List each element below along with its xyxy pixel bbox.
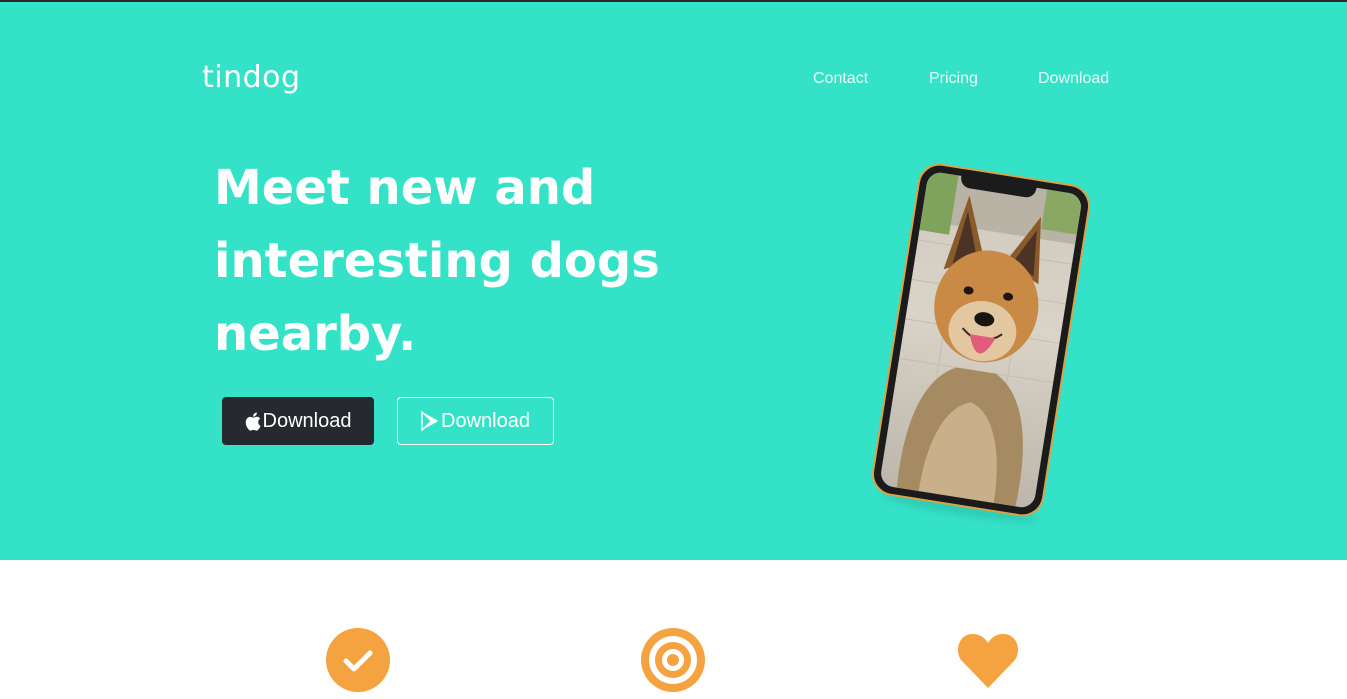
google-play-icon [421, 411, 439, 431]
bullseye-icon [641, 628, 705, 692]
hero-headline: Meet new and interesting dogs nearby. [214, 152, 734, 371]
phone-frame [871, 162, 1091, 518]
google-download-label: Download [441, 409, 530, 432]
nav-download-link[interactable]: Download [1038, 70, 1109, 88]
dog-photo [879, 170, 1083, 510]
features-section [0, 560, 1347, 699]
google-play-download-button[interactable]: Download [397, 397, 554, 445]
nav-contact-link[interactable]: Contact [813, 70, 868, 88]
apple-icon [245, 412, 261, 431]
hero-headline-line: interesting dogs [214, 233, 660, 289]
nav-pricing-link[interactable]: Pricing [929, 70, 978, 88]
check-circle-icon [326, 628, 390, 692]
heart-icon [956, 628, 1020, 692]
hero-headline-line: Meet new and [214, 160, 596, 216]
phone-mockup-image [871, 162, 1091, 528]
brand-logo[interactable]: tindog [202, 60, 301, 95]
hero-headline-line: nearby. [214, 306, 417, 362]
hero-section: tindog Contact Pricing Download Meet new… [0, 2, 1347, 560]
apple-download-button[interactable]: Download [222, 397, 374, 445]
apple-download-label: Download [262, 409, 352, 432]
